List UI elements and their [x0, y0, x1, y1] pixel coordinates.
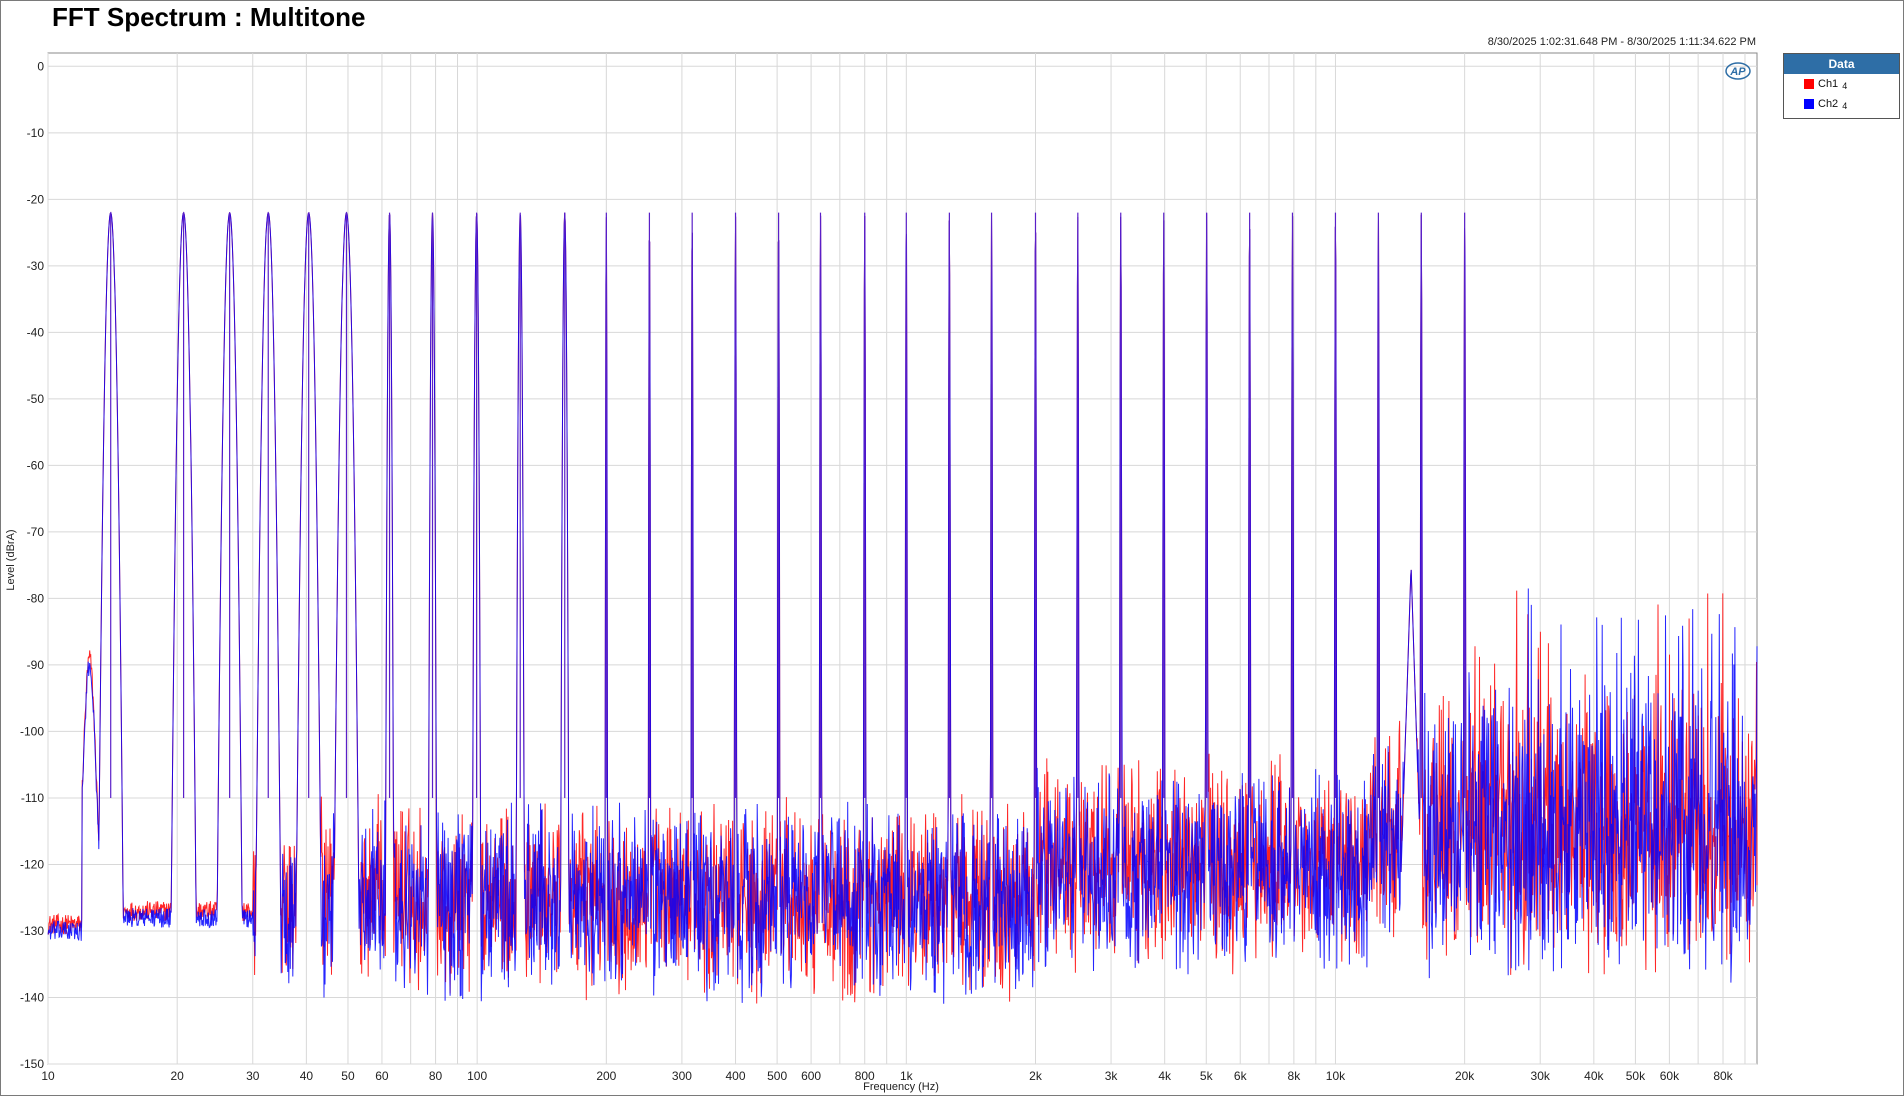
legend-item-ch1[interactable]: Ch1 4: [1784, 74, 1899, 94]
x-tick-label: 500: [767, 1069, 787, 1083]
x-tick-label: 20: [171, 1069, 185, 1083]
legend-index-ch2: 4: [1842, 101, 1848, 111]
y-axis-label: Level (dBrA): [5, 529, 17, 590]
x-tick-label: 10: [41, 1069, 55, 1083]
x-tick-label: 40k: [1584, 1069, 1604, 1083]
fft-chart: 10 20 30 40 50 60 80 100 200 300 400 500 600 800 1k 2k 3…: [5, 52, 1758, 1093]
x-tick-label: 5k: [1200, 1069, 1214, 1083]
y-tick-label: -80: [27, 591, 45, 605]
x-tick-label: 8k: [1288, 1069, 1302, 1083]
x-tick-label: 60: [375, 1069, 389, 1083]
x-tick-label: 20k: [1455, 1069, 1475, 1083]
y-tick-label: -60: [27, 458, 45, 472]
legend: Data Ch1 4 Ch2 4: [1783, 53, 1900, 119]
y-tick-label: -130: [20, 924, 44, 938]
x-tick-label: 80: [429, 1069, 443, 1083]
x-tick-label: 4k: [1158, 1069, 1172, 1083]
y-tick-label: -70: [27, 525, 45, 539]
y-tick-label: -100: [20, 724, 44, 738]
x-tick-label: 30: [246, 1069, 260, 1083]
legend-index-ch1: 4: [1842, 81, 1848, 91]
x-tick-label: 300: [672, 1069, 692, 1083]
legend-item-ch2[interactable]: Ch2 4: [1784, 94, 1899, 114]
x-tick-label: 6k: [1234, 1069, 1248, 1083]
legend-label-ch2: Ch2: [1818, 98, 1839, 110]
x-tick-label: 10k: [1326, 1069, 1346, 1083]
x-tick-label: 100: [467, 1069, 487, 1083]
y-tick-label: -140: [20, 990, 44, 1004]
x-tick-label: 200: [596, 1069, 616, 1083]
legend-label-ch1: Ch1: [1818, 78, 1839, 90]
y-tick-label: -10: [27, 126, 45, 140]
y-tick-label: -120: [20, 857, 44, 871]
x-tick-label: 2k: [1029, 1069, 1043, 1083]
x-tick-label: 60k: [1660, 1069, 1680, 1083]
y-tick-label: -40: [27, 325, 45, 339]
legend-swatch-ch2: [1804, 99, 1814, 109]
x-tick-label: 600: [801, 1069, 821, 1083]
y-tick-label: 0: [37, 59, 44, 73]
legend-swatch-ch1: [1804, 79, 1814, 89]
x-tick-label: 40: [300, 1069, 314, 1083]
x-tick-label: 400: [726, 1069, 746, 1083]
y-tick-label: -30: [27, 259, 45, 273]
y-tick-label: -110: [21, 791, 44, 805]
y-tick-label: -20: [27, 192, 45, 206]
y-tick-label: -50: [27, 392, 45, 406]
svg-text:AP: AP: [1729, 66, 1746, 78]
x-tick-label: 3k: [1105, 1069, 1119, 1083]
x-axis-label: Frequency (Hz): [863, 1081, 939, 1093]
x-tick-label: 50: [341, 1069, 355, 1083]
ap-logo-icon: AP: [1725, 62, 1751, 80]
x-tick-label: 80k: [1713, 1069, 1733, 1083]
legend-header: Data: [1784, 54, 1899, 74]
x-tick-label: 30k: [1531, 1069, 1551, 1083]
y-tick-label: -150: [20, 1057, 44, 1071]
x-tick-label: 50k: [1626, 1069, 1646, 1083]
y-tick-label: -90: [27, 658, 45, 672]
